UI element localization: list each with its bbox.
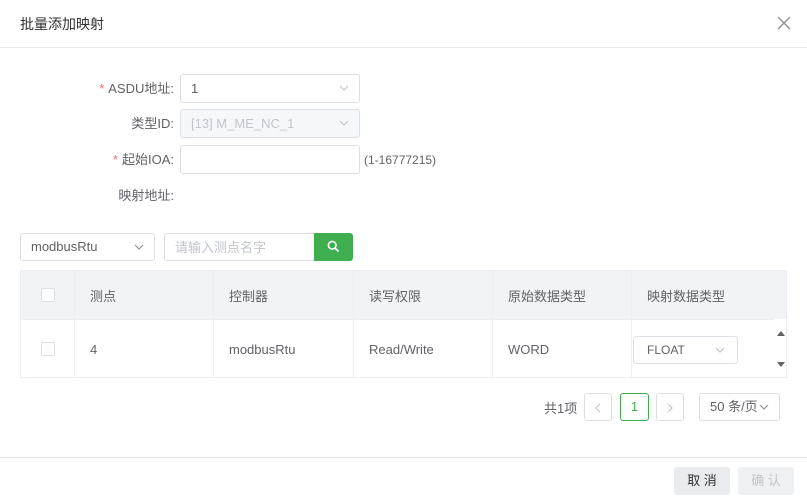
chevron-left-icon <box>595 403 601 413</box>
scroll-up-icon[interactable] <box>776 329 786 337</box>
page-size-select[interactable]: 50 条/页 <box>699 393 780 421</box>
asdu-label: * ASDU地址: <box>14 75 174 103</box>
required-mark: * <box>112 152 118 167</box>
chevron-right-icon <box>667 403 673 413</box>
cell-point: 4 <box>75 320 214 377</box>
chevron-down-icon <box>715 347 725 353</box>
row-checkbox-cell <box>21 320 75 377</box>
column-header-mapped-type: 映射数据类型 <box>647 288 726 304</box>
search-icon <box>327 240 340 253</box>
start-ioa-label: * 起始IOA: <box>14 146 174 174</box>
dialog-header: 批量添加映射 <box>0 0 807 48</box>
column-header-controller: 控制器 <box>214 271 354 319</box>
asdu-label-text: ASDU地址: <box>108 81 174 96</box>
page-size-value: 50 条/页 <box>710 399 758 414</box>
close-icon[interactable] <box>775 14 793 32</box>
device-select[interactable]: modbusRtu <box>20 233 155 261</box>
row-checkbox[interactable] <box>41 342 55 356</box>
asdu-select-value: 1 <box>191 81 199 96</box>
start-ioa-input[interactable] <box>180 145 360 174</box>
column-header-access: 读写权限 <box>354 271 493 319</box>
start-ioa-hint: (1-16777215) <box>364 153 437 167</box>
chevron-down-icon <box>339 120 349 126</box>
mapped-type-select[interactable]: FLOAT <box>633 336 738 364</box>
search-button[interactable] <box>314 233 353 261</box>
mapping-table: 测点 控制器 读写权限 原始数据类型 映射数据类型 4 modbusRtu Re… <box>20 270 787 378</box>
confirm-button[interactable]: 确 认 <box>738 467 794 495</box>
type-id-select: [13] M_ME_NC_1 <box>180 109 360 138</box>
table-row: 4 modbusRtu Read/Write WORD FLOAT <box>21 319 786 377</box>
chevron-down-icon <box>759 404 769 410</box>
batch-add-mapping-dialog: 批量添加映射 * ASDU地址: 1 类型ID: [13] M_ME_NC_1 *… <box>0 0 807 503</box>
cell-access: Read/Write <box>354 320 493 377</box>
pagination-total: 共1项 <box>544 401 578 416</box>
cell-controller: modbusRtu <box>214 320 354 377</box>
column-header-point: 测点 <box>75 271 214 319</box>
chevron-down-icon <box>339 85 349 91</box>
type-id-select-value: [13] M_ME_NC_1 <box>191 116 295 131</box>
asdu-select[interactable]: 1 <box>180 74 360 103</box>
required-mark: * <box>99 81 105 96</box>
select-all-checkbox[interactable] <box>41 288 55 302</box>
table-header: 测点 控制器 读写权限 原始数据类型 映射数据类型 <box>21 271 786 319</box>
start-ioa-label-text: 起始IOA: <box>121 152 174 167</box>
mapping-address-label: 映射地址: <box>118 188 174 203</box>
prev-page-button[interactable] <box>584 393 612 421</box>
scroll-down-icon[interactable] <box>776 361 786 369</box>
table-scrollbar[interactable] <box>774 319 786 377</box>
cell-raw-type: WORD <box>493 320 632 377</box>
cancel-button[interactable]: 取 消 <box>674 467 730 495</box>
type-id-label: 类型ID: <box>131 116 174 131</box>
device-select-value: modbusRtu <box>31 239 98 254</box>
next-page-button[interactable] <box>656 393 684 421</box>
dialog-title: 批量添加映射 <box>20 16 104 32</box>
chevron-down-icon <box>134 244 144 250</box>
header-checkbox-cell <box>21 271 75 319</box>
column-header-raw-type: 原始数据类型 <box>493 271 632 319</box>
page-number-1[interactable]: 1 <box>620 393 649 421</box>
mapped-type-value: FLOAT <box>647 343 685 357</box>
point-search-input[interactable] <box>164 233 315 261</box>
